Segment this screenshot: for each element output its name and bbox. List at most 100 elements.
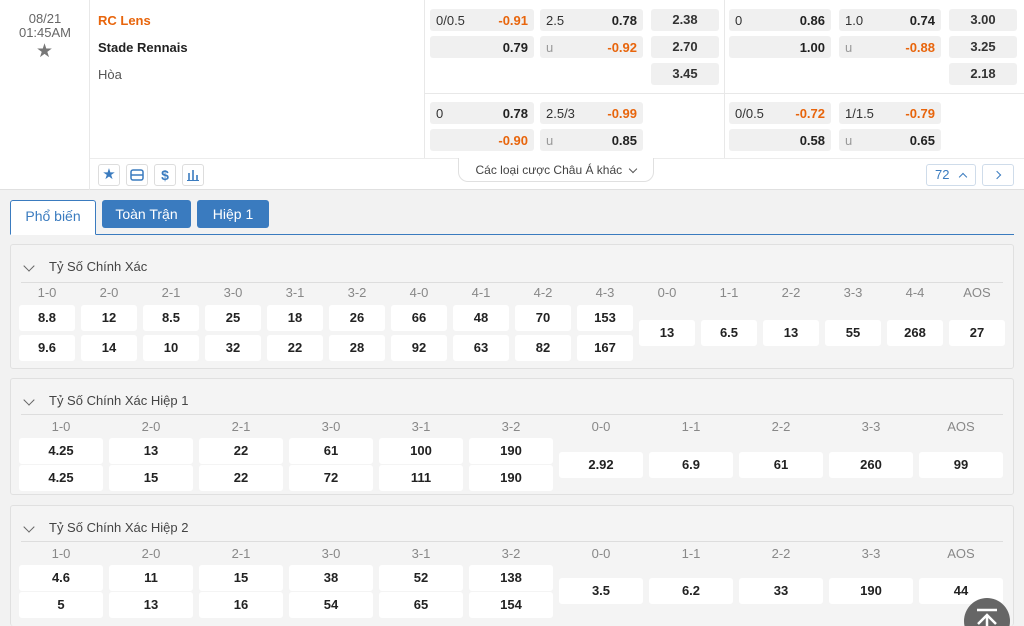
- score-home-odd[interactable]: 138: [469, 565, 553, 591]
- draw-score-odd[interactable]: 27: [949, 320, 1005, 346]
- tab-full-match[interactable]: Toàn Trận: [102, 200, 191, 228]
- odds-dollar-button[interactable]: $: [154, 164, 176, 186]
- score-home-odd[interactable]: 12: [81, 305, 137, 331]
- score-home-odd[interactable]: 153: [577, 305, 633, 331]
- draw-score-odd[interactable]: 6.5: [701, 320, 757, 346]
- score-home-odd[interactable]: 38: [289, 565, 373, 591]
- score-away-odd[interactable]: 9.6: [19, 335, 75, 361]
- h1-x12-draw-odd[interactable]: 2.18: [949, 63, 1017, 85]
- h1-ah-home-odd[interactable]: 0 0.86: [729, 9, 831, 31]
- score-away-odd[interactable]: 190: [469, 465, 553, 491]
- score-home-odd[interactable]: 4.6: [19, 565, 103, 591]
- ou-under-odd[interactable]: u -0.92: [540, 36, 643, 58]
- score-home-odd[interactable]: 4.25: [19, 438, 103, 464]
- score-home-odd[interactable]: 11: [109, 565, 193, 591]
- score-away-odd[interactable]: 72: [289, 465, 373, 491]
- score-away-odd[interactable]: 167: [577, 335, 633, 361]
- lineup-button[interactable]: [126, 164, 148, 186]
- draw-score-odd[interactable]: 2.92: [559, 452, 643, 478]
- draw-score-odd[interactable]: 268: [887, 320, 943, 346]
- score-away-odd[interactable]: 10: [143, 335, 199, 361]
- ah-home-odd[interactable]: 0/0.5 -0.91: [430, 9, 534, 31]
- score-home-odd[interactable]: 8.5: [143, 305, 199, 331]
- alt-ah-home-odd[interactable]: 0 0.78: [430, 102, 534, 124]
- score-away-odd[interactable]: 16: [199, 592, 283, 618]
- draw-score-odd[interactable]: 13: [639, 320, 695, 346]
- draw-score-odd[interactable]: 3.5: [559, 578, 643, 604]
- draw-score-odd[interactable]: 55: [825, 320, 881, 346]
- score-away-odd[interactable]: 82: [515, 335, 571, 361]
- x12-home-odd[interactable]: 2.38: [651, 9, 719, 31]
- panel-title[interactable]: Tỷ Số Chính Xác: [49, 259, 147, 274]
- x12-away-odd[interactable]: 2.70: [651, 36, 719, 58]
- draw-score-odd[interactable]: 33: [739, 578, 823, 604]
- alt-ou-over-odd[interactable]: 2.5/3 -0.99: [540, 102, 643, 124]
- next-button[interactable]: [982, 164, 1014, 186]
- ou-over-odd[interactable]: 2.5 0.78: [540, 9, 643, 31]
- h1-ou-over-odd[interactable]: 1.0 0.74: [839, 9, 941, 31]
- score-away-odd[interactable]: 28: [329, 335, 385, 361]
- score-home-odd[interactable]: 22: [199, 438, 283, 464]
- score-home-odd[interactable]: 70: [515, 305, 571, 331]
- score-home-odd[interactable]: 52: [379, 565, 463, 591]
- collapse-chevron-icon[interactable]: [23, 394, 35, 406]
- draw-score-odd[interactable]: 6.9: [649, 452, 733, 478]
- alt-h1-ah-away-odd[interactable]: 0.58: [729, 129, 831, 151]
- score-home-odd[interactable]: 190: [469, 438, 553, 464]
- collapse-chevron-icon[interactable]: [23, 521, 35, 533]
- draw-score-odd[interactable]: 13: [763, 320, 819, 346]
- score-home-odd[interactable]: 66: [391, 305, 447, 331]
- score-away-odd[interactable]: 63: [453, 335, 509, 361]
- h1-x12-away-odd[interactable]: 3.25: [949, 36, 1017, 58]
- stats-button[interactable]: [182, 164, 204, 186]
- h1-ah-away-odd[interactable]: 1.00: [729, 36, 831, 58]
- score-away-odd[interactable]: 22: [199, 465, 283, 491]
- favorite-button[interactable]: ★: [98, 164, 120, 186]
- score-away-odd[interactable]: 111: [379, 465, 463, 491]
- away-team[interactable]: Stade Rennais: [98, 40, 188, 55]
- more-asian-odds-dropdown[interactable]: Các loại cược Châu Á khác: [458, 158, 654, 182]
- alt-h1-ou-over-odd[interactable]: 1/1.5 -0.79: [839, 102, 941, 124]
- score-away-odd[interactable]: 32: [205, 335, 261, 361]
- score-home-odd[interactable]: 13: [109, 438, 193, 464]
- x12-draw-odd[interactable]: 3.45: [651, 63, 719, 85]
- draw-score-odd[interactable]: 6.2: [649, 578, 733, 604]
- alt-h1-ah-home-odd[interactable]: 0/0.5 -0.72: [729, 102, 831, 124]
- alt-ou-under-odd[interactable]: u 0.85: [540, 129, 643, 151]
- score-home-odd[interactable]: 26: [329, 305, 385, 331]
- ah-away-odd[interactable]: 0.79: [430, 36, 534, 58]
- score-away-odd[interactable]: 15: [109, 465, 193, 491]
- draw-score-odd[interactable]: 260: [829, 452, 913, 478]
- score-away-odd[interactable]: 22: [267, 335, 323, 361]
- alt-h1-ou-under-odd[interactable]: u 0.65: [839, 129, 941, 151]
- score-away-odd[interactable]: 13: [109, 592, 193, 618]
- h1-x12-home-odd[interactable]: 3.00: [949, 9, 1017, 31]
- score-home-odd[interactable]: 15: [199, 565, 283, 591]
- score-home-odd[interactable]: 25: [205, 305, 261, 331]
- tab-popular[interactable]: Phổ biến: [10, 200, 96, 235]
- score-home-odd[interactable]: 100: [379, 438, 463, 464]
- score-home-odd[interactable]: 18: [267, 305, 323, 331]
- score-away-odd[interactable]: 54: [289, 592, 373, 618]
- draw-score-odd[interactable]: 190: [829, 578, 913, 604]
- score-away-odd[interactable]: 4.25: [19, 465, 103, 491]
- score-away-odd[interactable]: 154: [469, 592, 553, 618]
- scroll-top-button[interactable]: [964, 598, 1010, 626]
- draw-score-odd[interactable]: 99: [919, 452, 1003, 478]
- panel-title[interactable]: Tỷ Số Chính Xác Hiệp 1: [49, 393, 188, 408]
- tab-first-half[interactable]: Hiệp 1: [197, 200, 269, 228]
- score-away-odd[interactable]: 92: [391, 335, 447, 361]
- collapse-chevron-icon[interactable]: [23, 260, 35, 272]
- score-home-odd[interactable]: 8.8: [19, 305, 75, 331]
- market-count-button[interactable]: 72: [926, 164, 976, 186]
- score-away-odd[interactable]: 5: [19, 592, 103, 618]
- panel-title[interactable]: Tỷ Số Chính Xác Hiệp 2: [49, 520, 188, 535]
- score-home-odd[interactable]: 48: [453, 305, 509, 331]
- score-away-odd[interactable]: 65: [379, 592, 463, 618]
- score-home-odd[interactable]: 61: [289, 438, 373, 464]
- score-away-odd[interactable]: 14: [81, 335, 137, 361]
- h1-ou-under-odd[interactable]: u -0.88: [839, 36, 941, 58]
- alt-ah-away-odd[interactable]: -0.90: [430, 129, 534, 151]
- favorite-star-icon[interactable]: ★: [36, 40, 53, 63]
- home-team[interactable]: RC Lens: [98, 13, 151, 28]
